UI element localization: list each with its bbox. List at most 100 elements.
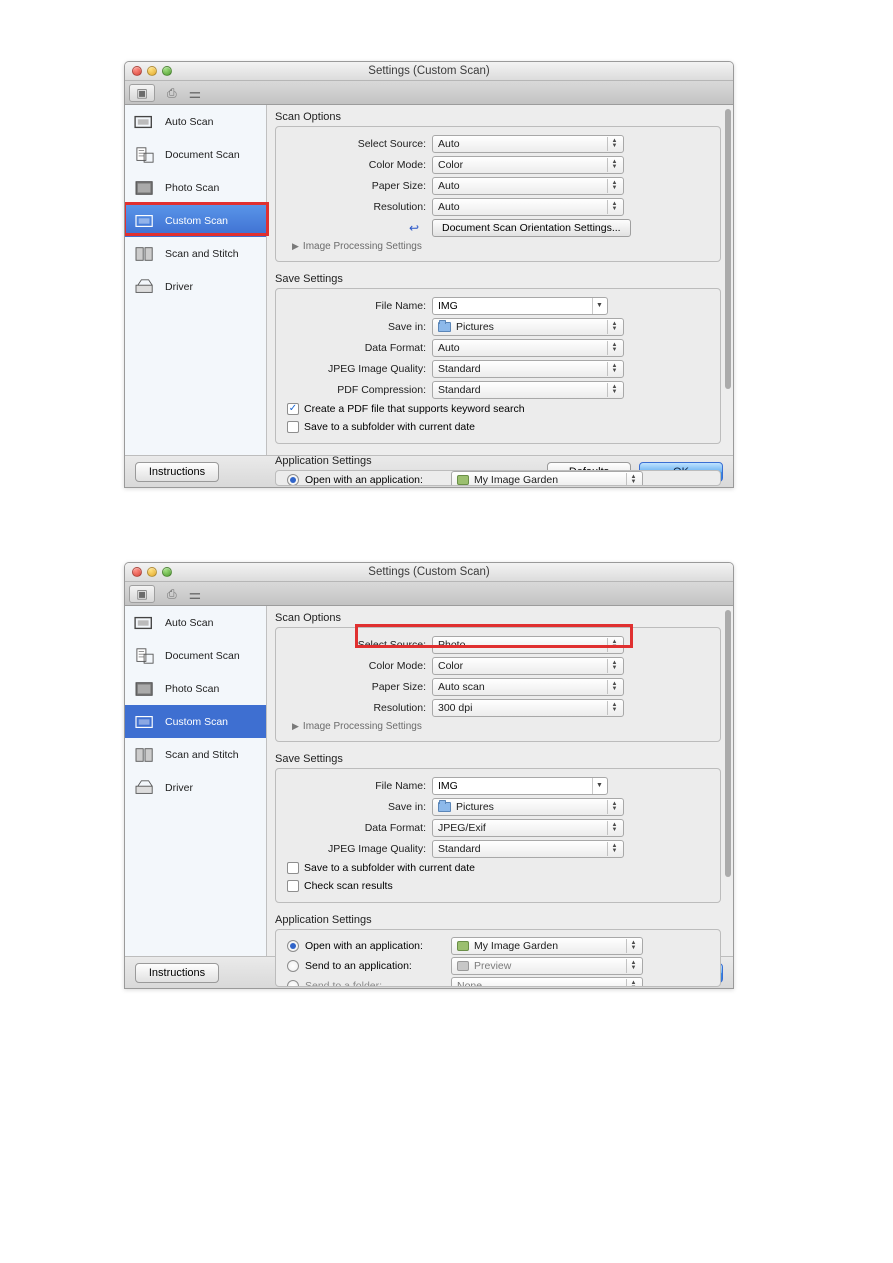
- scrollbar[interactable]: [725, 610, 731, 952]
- select-value: Standard: [438, 843, 481, 855]
- scrollbar[interactable]: [725, 109, 731, 451]
- send-to-folder-dropdown[interactable]: None▲▼: [451, 977, 643, 987]
- select-value: Color: [438, 159, 463, 171]
- sidebar-item-custom-scan[interactable]: Custom Scan: [125, 705, 266, 738]
- scroll-thumb[interactable]: [725, 610, 731, 877]
- chevron-down-icon[interactable]: ▼: [592, 298, 606, 314]
- sidebar-item-scan-and-stitch[interactable]: Scan and Stitch: [125, 237, 266, 270]
- settings-window-1: Settings (Custom Scan) ▣ ⎙ ⚌ Auto Scan D…: [124, 61, 734, 488]
- chevron-updown-icon: ▲▼: [607, 800, 621, 814]
- chevron-updown-icon: ▲▼: [626, 979, 640, 987]
- resolution-label: Resolution:: [284, 201, 432, 213]
- sidebar-item-driver[interactable]: Driver: [125, 270, 266, 303]
- subfolder-checkbox-row[interactable]: Save to a subfolder with current date: [284, 859, 712, 877]
- subfolder-checkbox-row[interactable]: Save to a subfolder with current date: [284, 418, 712, 436]
- check-results-checkbox-row[interactable]: Check scan results: [284, 877, 712, 895]
- radio-send-to-app[interactable]: [287, 960, 299, 972]
- printer-icon[interactable]: ⎙: [167, 588, 177, 600]
- open-with-dropdown[interactable]: My Image Garden ▲▼: [451, 471, 643, 486]
- resolution-dropdown[interactable]: 300 dpi▲▼: [432, 699, 624, 717]
- data-format-dropdown[interactable]: JPEG/Exif▲▼: [432, 819, 624, 837]
- checkbox-icon: [287, 862, 299, 874]
- radio-open-with[interactable]: [287, 940, 299, 952]
- minimize-icon[interactable]: [147, 66, 157, 76]
- resolution-dropdown[interactable]: Auto ▲▼: [432, 198, 624, 216]
- sidebar-item-auto-scan[interactable]: Auto Scan: [125, 105, 266, 138]
- open-with-dropdown[interactable]: My Image Garden▲▼: [451, 937, 643, 955]
- sidebar-item-label: Driver: [165, 281, 193, 293]
- chevron-updown-icon: ▲▼: [607, 200, 621, 214]
- chevron-updown-icon: ▲▼: [607, 701, 621, 715]
- scroll-thumb[interactable]: [725, 109, 731, 389]
- zoom-icon[interactable]: [162, 66, 172, 76]
- checkbox-label: Create a PDF file that supports keyword …: [304, 403, 525, 415]
- checkbox-icon: [287, 880, 299, 892]
- sidebar-item-custom-scan[interactable]: Custom Scan: [125, 204, 266, 237]
- data-format-label: Data Format:: [284, 822, 432, 834]
- sidebar: Auto Scan Document Scan Photo Scan Custo…: [125, 606, 267, 956]
- minimize-icon[interactable]: [147, 567, 157, 577]
- color-mode-dropdown[interactable]: Color▲▼: [432, 657, 624, 675]
- save-settings-heading: Save Settings: [267, 747, 733, 768]
- save-in-label: Save in:: [284, 801, 432, 813]
- chevron-updown-icon: ▲▼: [626, 959, 640, 973]
- select-source-label: Select Source:: [284, 138, 432, 150]
- instructions-button[interactable]: Instructions: [135, 462, 219, 482]
- doc-orientation-button[interactable]: Document Scan Orientation Settings...: [432, 219, 631, 237]
- driver-icon: [134, 779, 156, 797]
- instructions-button[interactable]: Instructions: [135, 963, 219, 983]
- select-source-dropdown[interactable]: Photo▲▼: [432, 636, 624, 654]
- document-scan-icon: [134, 647, 156, 665]
- content: Auto Scan Document Scan Photo Scan Custo…: [125, 105, 733, 455]
- sliders-icon[interactable]: ⚌: [189, 587, 202, 601]
- auto-scan-icon: [134, 113, 156, 131]
- traffic-lights: [125, 567, 172, 577]
- radio-icon[interactable]: [287, 474, 299, 486]
- send-to-app-dropdown[interactable]: Preview▲▼: [451, 957, 643, 975]
- color-mode-dropdown[interactable]: Color▲▼: [432, 156, 624, 174]
- save-in-dropdown[interactable]: Pictures▲▼: [432, 318, 624, 336]
- chevron-down-icon[interactable]: ▼: [592, 778, 606, 794]
- paper-size-dropdown[interactable]: Auto▲▼: [432, 177, 624, 195]
- sidebar-item-document-scan[interactable]: Document Scan: [125, 138, 266, 171]
- close-icon[interactable]: [132, 567, 142, 577]
- chevron-updown-icon: ▲▼: [607, 383, 621, 397]
- chevron-updown-icon: ▲▼: [626, 473, 640, 486]
- jpeg-quality-dropdown[interactable]: Standard▲▼: [432, 840, 624, 858]
- select-source-label: Select Source:: [284, 639, 432, 651]
- chevron-updown-icon: ▲▼: [607, 320, 621, 334]
- triangle-right-icon: ▶: [292, 241, 299, 252]
- image-processing-disclosure[interactable]: ▶Image Processing Settings: [284, 238, 712, 254]
- save-in-dropdown[interactable]: Pictures▲▼: [432, 798, 624, 816]
- toolbar-scan-button[interactable]: ▣: [129, 585, 155, 603]
- file-name-field[interactable]: IMG▼: [432, 777, 608, 795]
- printer-icon[interactable]: ⎙: [167, 87, 177, 99]
- sidebar-item-document-scan[interactable]: Document Scan: [125, 639, 266, 672]
- sliders-icon[interactable]: ⚌: [189, 86, 202, 100]
- sidebar-item-scan-and-stitch[interactable]: Scan and Stitch: [125, 738, 266, 771]
- toolbar-scan-button[interactable]: ▣: [129, 84, 155, 102]
- pdf-compression-dropdown[interactable]: Standard▲▼: [432, 381, 624, 399]
- paper-size-dropdown[interactable]: Auto scan▲▼: [432, 678, 624, 696]
- photo-scan-icon: [134, 680, 156, 698]
- pdf-keyword-checkbox-row[interactable]: ✓Create a PDF file that supports keyword…: [284, 400, 712, 418]
- sidebar-item-driver[interactable]: Driver: [125, 771, 266, 804]
- sidebar-item-photo-scan[interactable]: Photo Scan: [125, 672, 266, 705]
- sidebar-item-photo-scan[interactable]: Photo Scan: [125, 171, 266, 204]
- pdf-compression-label: PDF Compression:: [284, 384, 432, 396]
- select-value: Auto: [438, 201, 460, 213]
- data-format-dropdown[interactable]: Auto▲▼: [432, 339, 624, 357]
- zoom-icon[interactable]: [162, 567, 172, 577]
- image-processing-disclosure[interactable]: ▶Image Processing Settings: [284, 718, 712, 734]
- sidebar-item-auto-scan[interactable]: Auto Scan: [125, 606, 266, 639]
- jpeg-quality-dropdown[interactable]: Standard▲▼: [432, 360, 624, 378]
- open-with-label: Open with an application:: [305, 940, 451, 952]
- select-value: My Image Garden: [474, 474, 558, 486]
- select-source-dropdown[interactable]: Auto▲▼: [432, 135, 624, 153]
- close-icon[interactable]: [132, 66, 142, 76]
- toolbar: ▣ ⎙ ⚌: [125, 582, 733, 606]
- disclosure-label: Image Processing Settings: [303, 721, 422, 732]
- file-name-field[interactable]: IMG▼: [432, 297, 608, 315]
- radio-send-to-folder[interactable]: [287, 980, 299, 987]
- sidebar-item-label: Custom Scan: [165, 215, 228, 227]
